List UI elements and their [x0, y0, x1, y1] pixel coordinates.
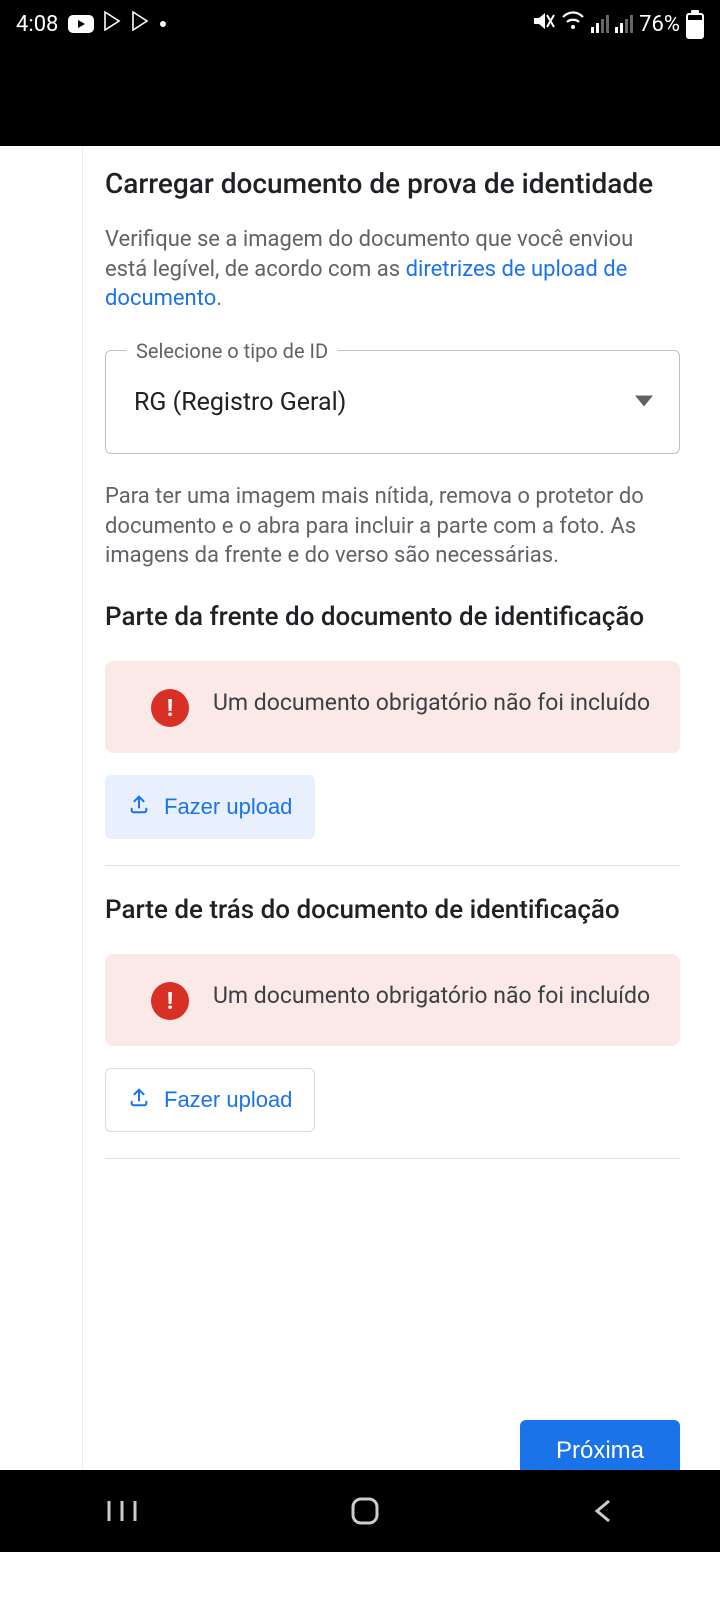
page-title: Carregar documento de prova de identidad… [105, 166, 680, 201]
id-type-select[interactable]: Selecione o tipo de ID RG (Registro Gera… [105, 350, 680, 454]
divider [105, 1158, 680, 1159]
recents-button[interactable] [105, 1497, 139, 1525]
desc-suffix: . [216, 286, 222, 311]
error-icon: ! [151, 982, 189, 1020]
select-label: Selecione o tipo de ID [126, 339, 338, 363]
back-upload-button[interactable]: Fazer upload [105, 1068, 315, 1132]
upload-icon [128, 1086, 150, 1114]
front-upload-button[interactable]: Fazer upload [105, 775, 315, 839]
chevron-down-icon [635, 393, 653, 412]
content-wrapper: Carregar documento de prova de identidad… [0, 146, 720, 1470]
battery-icon [686, 10, 704, 39]
battery-percent: 76% [639, 12, 680, 37]
page-description: Verifique se a imagem do documento que v… [105, 225, 680, 314]
play-store-icon [104, 11, 122, 37]
error-icon: ! [151, 689, 189, 727]
signal-icon [591, 15, 609, 33]
back-heading: Parte de trás do documento de identifica… [105, 894, 680, 928]
front-heading: Parte da frente do documento de identifi… [105, 601, 680, 635]
upload-icon [128, 793, 150, 821]
status-right: 76% [533, 10, 704, 39]
select-value: RG (Registro Geral) [134, 388, 346, 417]
next-button[interactable]: Próxima [520, 1420, 680, 1470]
clock: 4:08 [16, 12, 58, 37]
play-store-icon [132, 11, 150, 37]
back-error-box: ! Um documento obrigatório não foi inclu… [105, 954, 680, 1046]
back-error-text: Um documento obrigatório não foi incluíd… [213, 980, 650, 1011]
app-header-black [0, 48, 720, 146]
divider [105, 865, 680, 866]
signal-icon [615, 15, 633, 33]
android-nav-bar [0, 1470, 720, 1552]
back-upload-label: Fazer upload [164, 1087, 292, 1113]
front-upload-label: Fazer upload [164, 794, 292, 820]
back-button[interactable] [591, 1497, 615, 1525]
status-bar: 4:08 76% [0, 0, 720, 48]
hint-text: Para ter uma imagem mais nítida, remova … [105, 482, 680, 571]
front-error-text: Um documento obrigatório não foi incluíd… [213, 687, 650, 718]
youtube-icon [68, 15, 94, 33]
home-button[interactable] [349, 1495, 381, 1527]
status-left: 4:08 [16, 11, 166, 37]
mute-icon [533, 11, 555, 37]
wifi-icon [561, 11, 585, 37]
notification-dot-icon [160, 21, 166, 27]
main-content: Carregar documento de prova de identidad… [82, 146, 702, 1470]
front-error-box: ! Um documento obrigatório não foi inclu… [105, 661, 680, 753]
